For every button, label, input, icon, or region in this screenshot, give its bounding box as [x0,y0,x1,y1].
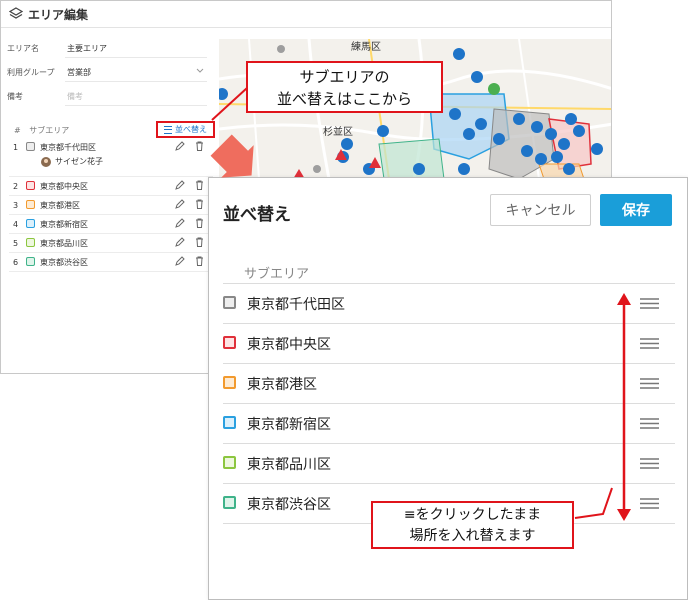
arrow-up-icon [617,293,631,305]
leader-line-top [211,87,248,121]
arrow-down-icon [617,509,631,521]
big-arrow-icon [210,134,254,178]
annotation-arrows [210,87,631,521]
leader-line-bottom [574,487,613,519]
